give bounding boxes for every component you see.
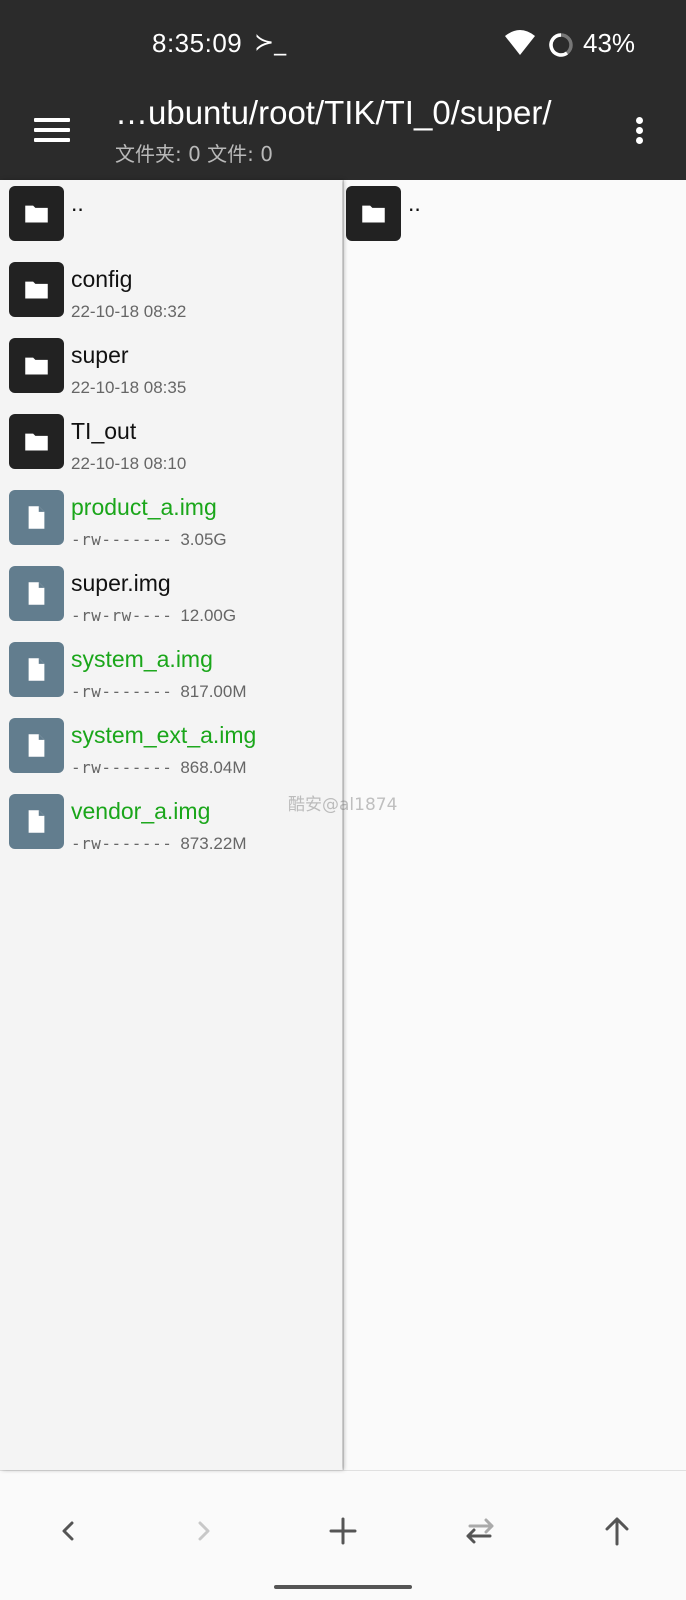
modified-date: 22-10-18 08:10: [71, 454, 187, 473]
file-meta: -rw------- 817.00M: [71, 682, 247, 702]
current-path: …ubuntu/root/TIK/TI_0/super/: [115, 94, 552, 131]
folder-row[interactable]: TI_out 22-10-18 08:10: [0, 414, 342, 486]
file-row[interactable]: system_ext_a.img -rw------- 868.04M: [0, 718, 342, 790]
modified-date: 22-10-18 08:32: [71, 302, 187, 321]
folder-row[interactable]: super 22-10-18 08:35: [0, 338, 342, 410]
right-file-pane[interactable]: ..: [343, 180, 686, 1470]
add-button[interactable]: [313, 1501, 373, 1561]
file-size: 3.05G: [180, 530, 227, 549]
status-bar: 8:35:09 ≻_ 43%: [0, 0, 686, 90]
item-name: TI_out: [71, 418, 137, 444]
terminal-icon: ≻_: [254, 28, 287, 56]
file-permissions: -rw-------: [71, 530, 173, 549]
file-icon: [9, 794, 64, 849]
menu-icon[interactable]: [32, 108, 74, 148]
file-meta: -rw------- 873.22M: [71, 834, 247, 854]
back-button[interactable]: [38, 1501, 98, 1561]
item-name: vendor_a.img: [71, 798, 211, 824]
item-name: super.img: [71, 570, 171, 596]
file-permissions: -rw-rw----: [71, 606, 173, 625]
parent-directory-label: ..: [71, 190, 84, 216]
file-row[interactable]: super.img -rw-rw---- 12.00G: [0, 566, 342, 638]
file-icon: [9, 490, 64, 545]
app-toolbar: …ubuntu/root/TIK/TI_0/super/ 文件夹: 0 文件: …: [0, 90, 686, 180]
up-directory-button[interactable]: [587, 1501, 647, 1561]
item-name: system_a.img: [71, 646, 213, 672]
home-indicator: [274, 1585, 412, 1589]
file-row[interactable]: system_a.img -rw------- 817.00M: [0, 642, 342, 714]
parent-directory-row[interactable]: ..: [0, 186, 342, 258]
item-name: super: [71, 342, 129, 368]
folder-icon: [9, 414, 64, 469]
folder-row[interactable]: config 22-10-18 08:32: [0, 262, 342, 334]
item-name: config: [71, 266, 133, 292]
item-name: system_ext_a.img: [71, 722, 257, 748]
battery-percent: 43%: [583, 28, 636, 58]
file-icon: [9, 718, 64, 773]
left-file-pane[interactable]: .. config 22-10-18 08:32 super 22-10-18 08:…: [0, 180, 342, 1470]
file-size: 868.04M: [180, 758, 247, 777]
parent-directory-label: ..: [408, 190, 421, 216]
forward-button[interactable]: [174, 1501, 234, 1561]
folder-icon: [9, 262, 64, 317]
file-meta: -rw------- 3.05G: [71, 530, 227, 550]
wifi-icon: [505, 30, 535, 61]
folder-icon: [346, 186, 401, 241]
parent-directory-row[interactable]: ..: [337, 186, 679, 258]
file-permissions: -rw-------: [71, 834, 173, 853]
more-options-icon[interactable]: [626, 108, 654, 152]
bottom-action-bar: [0, 1470, 686, 1600]
file-row[interactable]: product_a.img -rw------- 3.05G: [0, 490, 342, 562]
file-meta: -rw-rw---- 12.00G: [71, 606, 236, 626]
item-name: product_a.img: [71, 494, 217, 520]
file-meta: -rw------- 868.04M: [71, 758, 247, 778]
folder-file-count: 文件夹: 0 文件: 0: [115, 142, 273, 166]
file-permissions: -rw-------: [71, 682, 173, 701]
battery-ring-icon: [548, 32, 574, 63]
file-size: 873.22M: [180, 834, 247, 853]
swap-panes-button[interactable]: [450, 1501, 510, 1561]
file-permissions: -rw-------: [71, 758, 173, 777]
file-size: 817.00M: [180, 682, 247, 701]
file-icon: [9, 642, 64, 697]
file-size: 12.00G: [180, 606, 237, 625]
modified-date: 22-10-18 08:35: [71, 378, 187, 397]
file-icon: [9, 566, 64, 621]
watermark: 酷安@al1874: [288, 795, 398, 815]
status-time: 8:35:09: [152, 28, 243, 58]
folder-icon: [9, 338, 64, 393]
folder-icon: [9, 186, 64, 241]
